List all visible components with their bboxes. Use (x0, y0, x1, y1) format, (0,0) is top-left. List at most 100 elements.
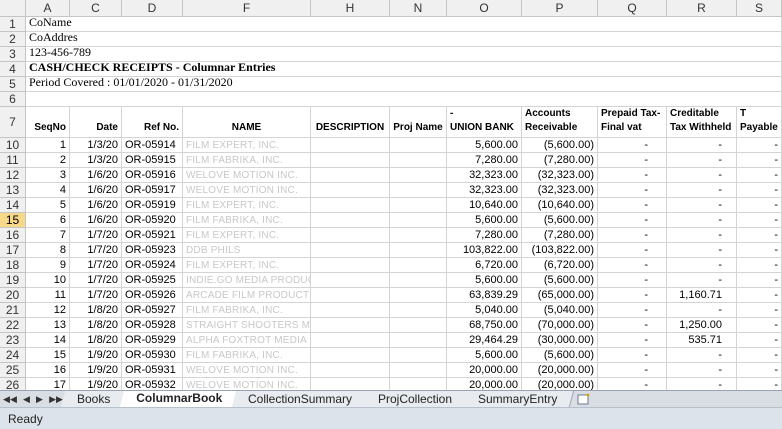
column-header-o[interactable]: O (447, 0, 522, 17)
row-number[interactable]: 5 (0, 77, 26, 92)
projname-cell[interactable] (390, 348, 447, 363)
creditable-tax-cell[interactable]: - (667, 303, 737, 318)
date-cell[interactable]: 1/8/20 (70, 333, 122, 348)
description-cell[interactable] (311, 168, 390, 183)
prepaid-tax-cell[interactable]: - (598, 198, 667, 213)
prepaid-tax-cell[interactable]: - (598, 213, 667, 228)
seqno-cell[interactable]: 13 (26, 318, 70, 333)
creditable-tax-cell[interactable]: - (667, 138, 737, 153)
seqno-cell[interactable]: 2 (26, 153, 70, 168)
refno-cell[interactable]: OR-05920 (122, 213, 183, 228)
projname-cell[interactable] (390, 198, 447, 213)
prev-sheet-icon[interactable]: ◀ (23, 394, 30, 405)
date-cell[interactable]: 1/8/20 (70, 318, 122, 333)
cash-in-bank-cell[interactable]: 63,839.29 (447, 288, 522, 303)
seqno-cell[interactable]: 11 (26, 288, 70, 303)
prepaid-tax-cell[interactable]: - (598, 258, 667, 273)
accounts-receivable-cell[interactable]: (7,280.00) (522, 228, 598, 243)
empty-cell[interactable] (356, 47, 782, 62)
row-number[interactable]: 11 (0, 153, 26, 168)
seqno-cell[interactable]: 14 (26, 333, 70, 348)
prepaid-tax-cell[interactable]: - (598, 363, 667, 378)
creditable-tax-cell[interactable]: - (667, 228, 737, 243)
tab-books[interactable]: Books (60, 391, 128, 407)
accounts-receivable-cell[interactable]: (5,600.00) (522, 213, 598, 228)
refno-cell[interactable]: OR-05921 (122, 228, 183, 243)
seqno-cell[interactable]: 3 (26, 168, 70, 183)
cash-in-bank-header[interactable]: Cash in Bank - UNION BANK (447, 107, 522, 138)
prepaid-tax-cell[interactable]: - (598, 168, 667, 183)
name-cell[interactable]: FILM FABRIKA, INC. (183, 348, 311, 363)
cash-in-bank-cell[interactable]: 5,600.00 (447, 213, 522, 228)
description-cell[interactable] (311, 333, 390, 348)
name-cell[interactable]: ARCADE FILM PRODUCTION (183, 288, 311, 303)
cash-in-bank-cell[interactable]: 29,464.29 (447, 333, 522, 348)
empty-cell[interactable] (26, 92, 782, 107)
name-cell[interactable]: WELOVE MOTION INC. (183, 363, 311, 378)
accounts-receivable-cell[interactable]: (5,600.00) (522, 273, 598, 288)
date-header[interactable]: Date (70, 107, 122, 138)
projname-cell[interactable] (390, 153, 447, 168)
creditable-tax-cell[interactable]: - (667, 273, 737, 288)
projname-cell[interactable] (390, 138, 447, 153)
refno-header[interactable]: Ref No. (122, 107, 183, 138)
period-covered-cell[interactable]: Period Covered : 01/01/2020 - 01/31/2020 (26, 75, 356, 92)
date-cell[interactable]: 1/9/20 (70, 363, 122, 378)
accounts-receivable-cell[interactable]: (20,000.00) (522, 363, 598, 378)
refno-cell[interactable]: OR-05915 (122, 153, 183, 168)
description-cell[interactable] (311, 273, 390, 288)
prepaid-tax-cell[interactable]: - (598, 333, 667, 348)
empty-cell[interactable] (356, 77, 782, 92)
date-cell[interactable]: 1/9/20 (70, 348, 122, 363)
creditable-tax-cell[interactable]: - (667, 243, 737, 258)
cash-in-bank-cell[interactable]: 5,600.00 (447, 348, 522, 363)
output-tax-cell[interactable]: - (737, 198, 782, 213)
seqno-cell[interactable]: 12 (26, 303, 70, 318)
description-cell[interactable] (311, 348, 390, 363)
spreadsheet-grid[interactable]: A C D F H N O P Q R S 1 CoName 2 CoAddre… (0, 0, 782, 390)
accounts-receivable-cell[interactable]: (70,000.00) (522, 318, 598, 333)
output-tax-cell[interactable]: - (737, 273, 782, 288)
cash-in-bank-cell[interactable]: 20,000.00 (447, 363, 522, 378)
creditable-tax-cell[interactable]: - (667, 258, 737, 273)
name-cell[interactable]: FILM FABRIKA, INC. (183, 303, 311, 318)
date-cell[interactable]: 1/6/20 (70, 213, 122, 228)
date-cell[interactable]: 1/6/20 (70, 198, 122, 213)
output-tax-cell[interactable]: - (737, 258, 782, 273)
tab-summaryentry[interactable]: SummaryEntry (462, 391, 575, 407)
prepaid-tax-cell[interactable]: - (598, 138, 667, 153)
refno-cell[interactable]: OR-05923 (122, 243, 183, 258)
refno-cell[interactable]: OR-05916 (122, 168, 183, 183)
projname-cell[interactable] (390, 378, 447, 390)
refno-cell[interactable]: OR-05919 (122, 198, 183, 213)
prepaid-tax-cell[interactable]: - (598, 288, 667, 303)
column-header-p[interactable]: P (522, 0, 598, 17)
refno-cell[interactable]: OR-05930 (122, 348, 183, 363)
output-tax-cell[interactable]: - (737, 333, 782, 348)
row-number[interactable]: 10 (0, 138, 26, 153)
accounts-receivable-header[interactable]: Accounts Receivable (522, 107, 598, 138)
cash-in-bank-cell[interactable]: 5,040.00 (447, 303, 522, 318)
name-cell[interactable]: FILM FABRIKA, INC. (183, 213, 311, 228)
cash-in-bank-cell[interactable]: 20,000.00 (447, 378, 522, 390)
creditable-tax-cell[interactable]: - (667, 153, 737, 168)
cash-in-bank-cell[interactable]: 5,600.00 (447, 138, 522, 153)
creditable-tax-cell[interactable]: - (667, 363, 737, 378)
prepaid-tax-cell[interactable]: - (598, 348, 667, 363)
cash-in-bank-cell[interactable]: 103,822.00 (447, 243, 522, 258)
projname-cell[interactable] (390, 243, 447, 258)
accounts-receivable-cell[interactable]: (30,000.00) (522, 333, 598, 348)
projname-cell[interactable] (390, 363, 447, 378)
row-number[interactable]: 13 (0, 183, 26, 198)
refno-cell[interactable]: OR-05925 (122, 273, 183, 288)
description-cell[interactable] (311, 363, 390, 378)
output-tax-cell[interactable]: - (737, 288, 782, 303)
description-cell[interactable] (311, 243, 390, 258)
name-cell[interactable]: WELOVE MOTION INC. (183, 378, 311, 390)
date-cell[interactable]: 1/6/20 (70, 183, 122, 198)
output-tax-cell[interactable]: - (737, 348, 782, 363)
date-cell[interactable]: 1/8/20 (70, 303, 122, 318)
projname-cell[interactable] (390, 228, 447, 243)
description-cell[interactable] (311, 153, 390, 168)
cash-in-bank-cell[interactable]: 32,323.00 (447, 183, 522, 198)
